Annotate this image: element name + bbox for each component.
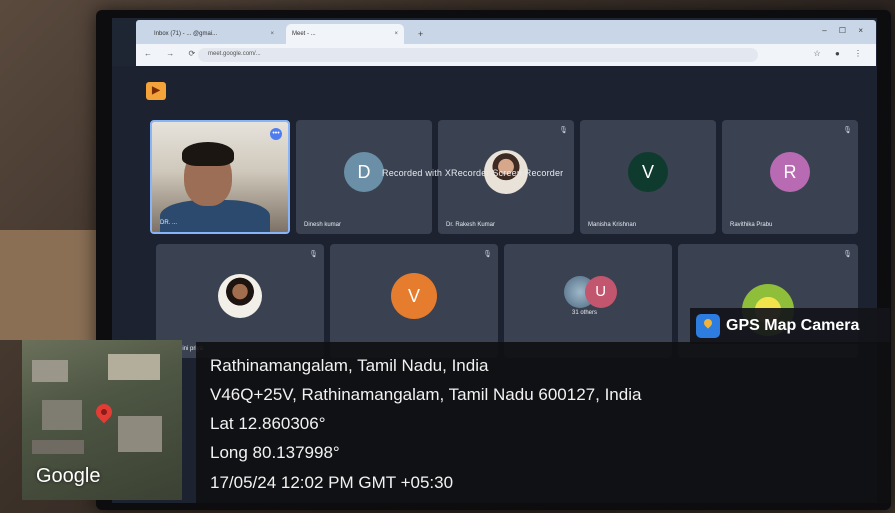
tab-meet-label: Meet - ... xyxy=(292,31,316,37)
map-thumbnail: Google xyxy=(22,340,182,500)
map-building xyxy=(118,416,162,452)
url-input[interactable]: meet.google.com/... xyxy=(198,48,758,62)
avatar: V xyxy=(391,273,437,320)
tab-gmail[interactable]: Inbox (71) - ... @gmai... × xyxy=(148,24,280,44)
latitude: Lat 12.860306° xyxy=(210,414,326,433)
avatar: R xyxy=(770,152,810,193)
participant-name: Dr. Rakesh Kumar xyxy=(446,222,496,228)
tab-gmail-label: Inbox (71) - ... @gmai... xyxy=(154,31,218,37)
map-building xyxy=(32,440,84,454)
address-line: V46Q+25V, Rathinamangalam, Tamil Nadu 60… xyxy=(210,385,642,404)
timestamp: 17/05/24 12:02 PM GMT +05:30 xyxy=(210,473,454,492)
participant-name: DR. ... xyxy=(160,220,178,226)
map-building xyxy=(42,400,82,430)
participant-name: Dinesh kumar xyxy=(304,222,342,228)
map-building xyxy=(108,354,160,380)
location-info-panel: Rathinamangalam, Tamil Nadu, India V46Q+… xyxy=(196,342,890,503)
window-controls[interactable]: – ☐ × xyxy=(822,26,868,35)
participant-name: Ravithika Prabu xyxy=(730,222,773,228)
location-pin-icon xyxy=(92,400,116,424)
nav-buttons[interactable]: ← → ⟳ xyxy=(144,49,201,58)
speaking-indicator-icon: ••• xyxy=(270,128,282,140)
participant-tile[interactable]: V Manisha Krishnan xyxy=(580,120,716,234)
close-icon[interactable]: × xyxy=(270,31,274,37)
participant-tile[interactable]: 🎙 V xyxy=(330,244,498,358)
map-pin-icon xyxy=(696,314,720,338)
mic-muted-icon: 🎙 xyxy=(843,251,852,258)
others-tile[interactable]: U 31 others xyxy=(504,244,672,358)
others-count: 31 others xyxy=(572,310,598,316)
gps-map-camera-badge: GPS Map Camera xyxy=(690,308,890,344)
map-building xyxy=(32,360,68,382)
mic-muted-icon: 🎙 xyxy=(309,251,318,258)
participant-tile[interactable]: ••• DR. ... xyxy=(150,120,290,234)
place-name: Rathinamangalam, Tamil Nadu, India xyxy=(210,356,489,375)
mic-muted-icon: 🎙 xyxy=(559,127,568,134)
participant-name: Manisha Krishnan xyxy=(588,222,637,228)
avatar: V xyxy=(628,152,668,193)
address-bar: ← → ⟳ meet.google.com/... ☆ ● ⋮ xyxy=(136,44,876,66)
google-map-label: Google xyxy=(36,465,101,487)
participant-tile[interactable]: 🎙 R Ravithika Prabu xyxy=(722,120,858,234)
avatar: D xyxy=(344,152,384,193)
new-tab-button[interactable]: + xyxy=(412,24,429,44)
camera-feed xyxy=(152,122,288,232)
avatar: U xyxy=(584,275,617,308)
tab-meet[interactable]: Meet - ... × xyxy=(286,24,404,44)
avatar xyxy=(218,274,262,319)
browser-menu-icons[interactable]: ☆ ● ⋮ xyxy=(814,49,868,58)
recorder-icon[interactable]: ▶ xyxy=(146,82,166,100)
longitude: Long 80.137998° xyxy=(210,443,340,462)
mic-muted-icon: 🎙 xyxy=(843,127,852,134)
recorder-watermark: Recorded with XRecorder Screen Recorder xyxy=(382,168,564,178)
mic-muted-icon: 🎙 xyxy=(483,251,492,258)
close-icon[interactable]: × xyxy=(394,31,398,37)
tab-bar: Inbox (71) - ... @gmai... × Meet - ... ×… xyxy=(136,20,876,44)
gps-badge-title: GPS Map Camera xyxy=(726,317,860,334)
